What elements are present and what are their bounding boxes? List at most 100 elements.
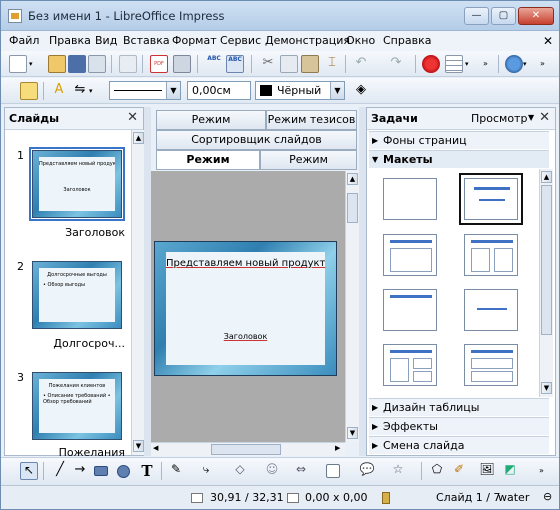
line-color-dropdown[interactable]: Чёрный ▼ (255, 81, 345, 100)
copy-icon[interactable] (280, 55, 298, 73)
scroll-thumb[interactable] (541, 185, 552, 335)
slide-canvas[interactable]: Представляем новый продукт Заголовок (151, 171, 345, 442)
toolbar-overflow-icon[interactable]: » (539, 462, 551, 480)
layout-title-two-columns[interactable] (383, 344, 437, 386)
scroll-down-icon[interactable]: ▼ (347, 427, 358, 439)
tab-notes[interactable]: Режим примечаний (156, 110, 266, 144)
layout-blank[interactable] (383, 178, 437, 220)
extrusion-icon[interactable]: ◩ (501, 462, 519, 480)
layout-title-two-content[interactable] (464, 234, 518, 276)
basic-shapes-icon[interactable]: ◇ (231, 462, 249, 480)
arrow-dropdown-icon[interactable]: ▾ (89, 82, 97, 100)
select-arrow-icon[interactable]: ↖ (20, 462, 38, 480)
pane-splitter[interactable] (144, 107, 151, 456)
ellipse-tool-icon[interactable] (117, 465, 130, 478)
spellcheck-icon[interactable]: ABC (205, 55, 223, 73)
new-document-icon[interactable] (9, 55, 27, 73)
save-icon[interactable] (68, 55, 86, 73)
chevron-down-icon[interactable]: ▼ (166, 82, 180, 99)
menu-slideshow[interactable]: Демонстрация (265, 34, 350, 47)
points-icon[interactable]: ⬠ (428, 462, 446, 480)
maximize-button[interactable]: ▢ (491, 7, 516, 25)
area-fill-icon[interactable]: ◈ (352, 82, 370, 100)
section-slide-transition[interactable]: ▶ Смена слайда (369, 436, 549, 454)
slide-thumbnail[interactable]: Пожелания клиентов • Описание требований… (32, 372, 122, 440)
scroll-down-icon[interactable]: ▼ (541, 382, 552, 394)
slide-thumbnail[interactable]: Долгосрочные выгоды • Обзор выгоды (32, 261, 122, 329)
export-pdf-icon[interactable]: PDF (150, 55, 168, 73)
minimize-button[interactable]: — (464, 7, 489, 25)
layouts-scrollbar[interactable]: ▲ ▼ (539, 169, 553, 397)
tab-outline[interactable]: Режим структуры (260, 150, 357, 184)
rectangle-tool-icon[interactable] (94, 466, 108, 476)
connector-tool-icon[interactable]: ⤷ (197, 462, 215, 480)
chevron-down-icon[interactable]: ▼ (528, 113, 534, 122)
table-dropdown-icon[interactable]: ▾ (465, 55, 473, 73)
canvas-hscroll[interactable]: ◀ ▶ (151, 442, 345, 456)
menu-file[interactable]: Файл (9, 34, 39, 47)
autospellcheck-icon[interactable]: ABC (226, 55, 244, 73)
line-style-icon[interactable]: A (50, 82, 68, 100)
flowchart-icon[interactable] (326, 464, 340, 478)
line-tool-icon[interactable]: ╱ (51, 462, 69, 480)
cut-icon[interactable]: ✂ (259, 55, 277, 73)
section-layouts[interactable]: ▼ Макеты (369, 150, 549, 168)
canvas-vscroll[interactable]: ▲ ▼ (345, 171, 359, 442)
chevron-down-icon[interactable]: ▼ (330, 82, 344, 99)
undo-icon[interactable]: ↶ (352, 55, 370, 73)
document-modified-icon[interactable] (382, 492, 390, 504)
line-style-dropdown[interactable]: ▼ (109, 81, 181, 100)
block-arrows-icon[interactable]: ⇔ (292, 462, 310, 480)
from-file-icon[interactable]: 🖼 (478, 462, 496, 480)
layout-title-only[interactable] (383, 289, 437, 331)
menu-tools[interactable]: Сервис (220, 34, 261, 47)
fontwork-icon[interactable]: ✐ (450, 462, 468, 480)
redo-icon[interactable]: ↷ (387, 55, 405, 73)
table-icon[interactable] (445, 55, 463, 73)
toolbar-overflow-icon[interactable]: » (483, 55, 493, 73)
scroll-down-icon[interactable]: ▼ (133, 440, 144, 452)
scroll-up-icon[interactable]: ▲ (541, 171, 552, 183)
menu-insert[interactable]: Вставка (123, 34, 170, 47)
layout-title-content-two[interactable] (464, 344, 518, 386)
menu-format[interactable]: Формат (172, 34, 217, 47)
layout-title-slide[interactable] (459, 173, 523, 225)
tab-handout[interactable]: Режим тезисов (266, 110, 357, 130)
slide-subtitle[interactable]: Заголовок (166, 332, 325, 341)
callouts-icon[interactable]: 💬 (358, 462, 376, 480)
layout-title-content[interactable] (383, 234, 437, 276)
zoom-icon[interactable]: ⊖ (543, 490, 552, 503)
curve-tool-icon[interactable]: ✎ (167, 462, 185, 480)
print-icon[interactable] (173, 55, 191, 73)
navigator-icon[interactable] (505, 55, 523, 73)
layout-centered-text[interactable] (464, 289, 518, 331)
paste-icon[interactable] (301, 55, 319, 73)
open-icon[interactable] (48, 55, 66, 73)
navigator-dropdown-icon[interactable]: ▾ (523, 55, 531, 73)
menu-window[interactable]: Окно (346, 34, 375, 47)
scroll-right-icon[interactable]: ▶ (335, 444, 340, 452)
scroll-up-icon[interactable]: ▲ (133, 132, 144, 144)
close-pane-icon[interactable]: ✕ (127, 110, 138, 125)
toolbar-overflow-icon[interactable]: » (540, 55, 552, 73)
section-effects[interactable]: ▶ Эффекты (369, 417, 549, 435)
section-master-pages[interactable]: ▶ Фоны страниц (369, 131, 549, 149)
pane-splitter[interactable] (359, 107, 366, 456)
line-width-field[interactable]: 0,00см (187, 81, 251, 100)
scroll-thumb[interactable] (347, 193, 358, 223)
scroll-thumb[interactable] (211, 444, 281, 455)
stars-icon[interactable]: ☆ (389, 462, 407, 480)
line-arrow-tool-icon[interactable]: → (71, 462, 89, 480)
slide-thumbnail[interactable]: Представляем новый продукт Заголовок (29, 147, 125, 221)
edit-file-icon[interactable] (119, 55, 137, 73)
chart-icon[interactable] (422, 55, 440, 73)
slide[interactable]: Представляем новый продукт Заголовок (154, 241, 337, 376)
arrow-style-icon[interactable]: ⇋ (71, 82, 89, 100)
tab-normal[interactable]: Режим рисования (156, 150, 260, 184)
menu-view[interactable]: Вид (95, 34, 117, 47)
slide-title[interactable]: Представляем новый продукт (166, 258, 325, 269)
close-window-button[interactable]: ✕ (518, 7, 554, 25)
slides-scrollbar[interactable]: ▲ ▼ (131, 130, 145, 455)
select-grid-icon[interactable] (20, 82, 38, 100)
menu-help[interactable]: Справка (383, 34, 431, 47)
